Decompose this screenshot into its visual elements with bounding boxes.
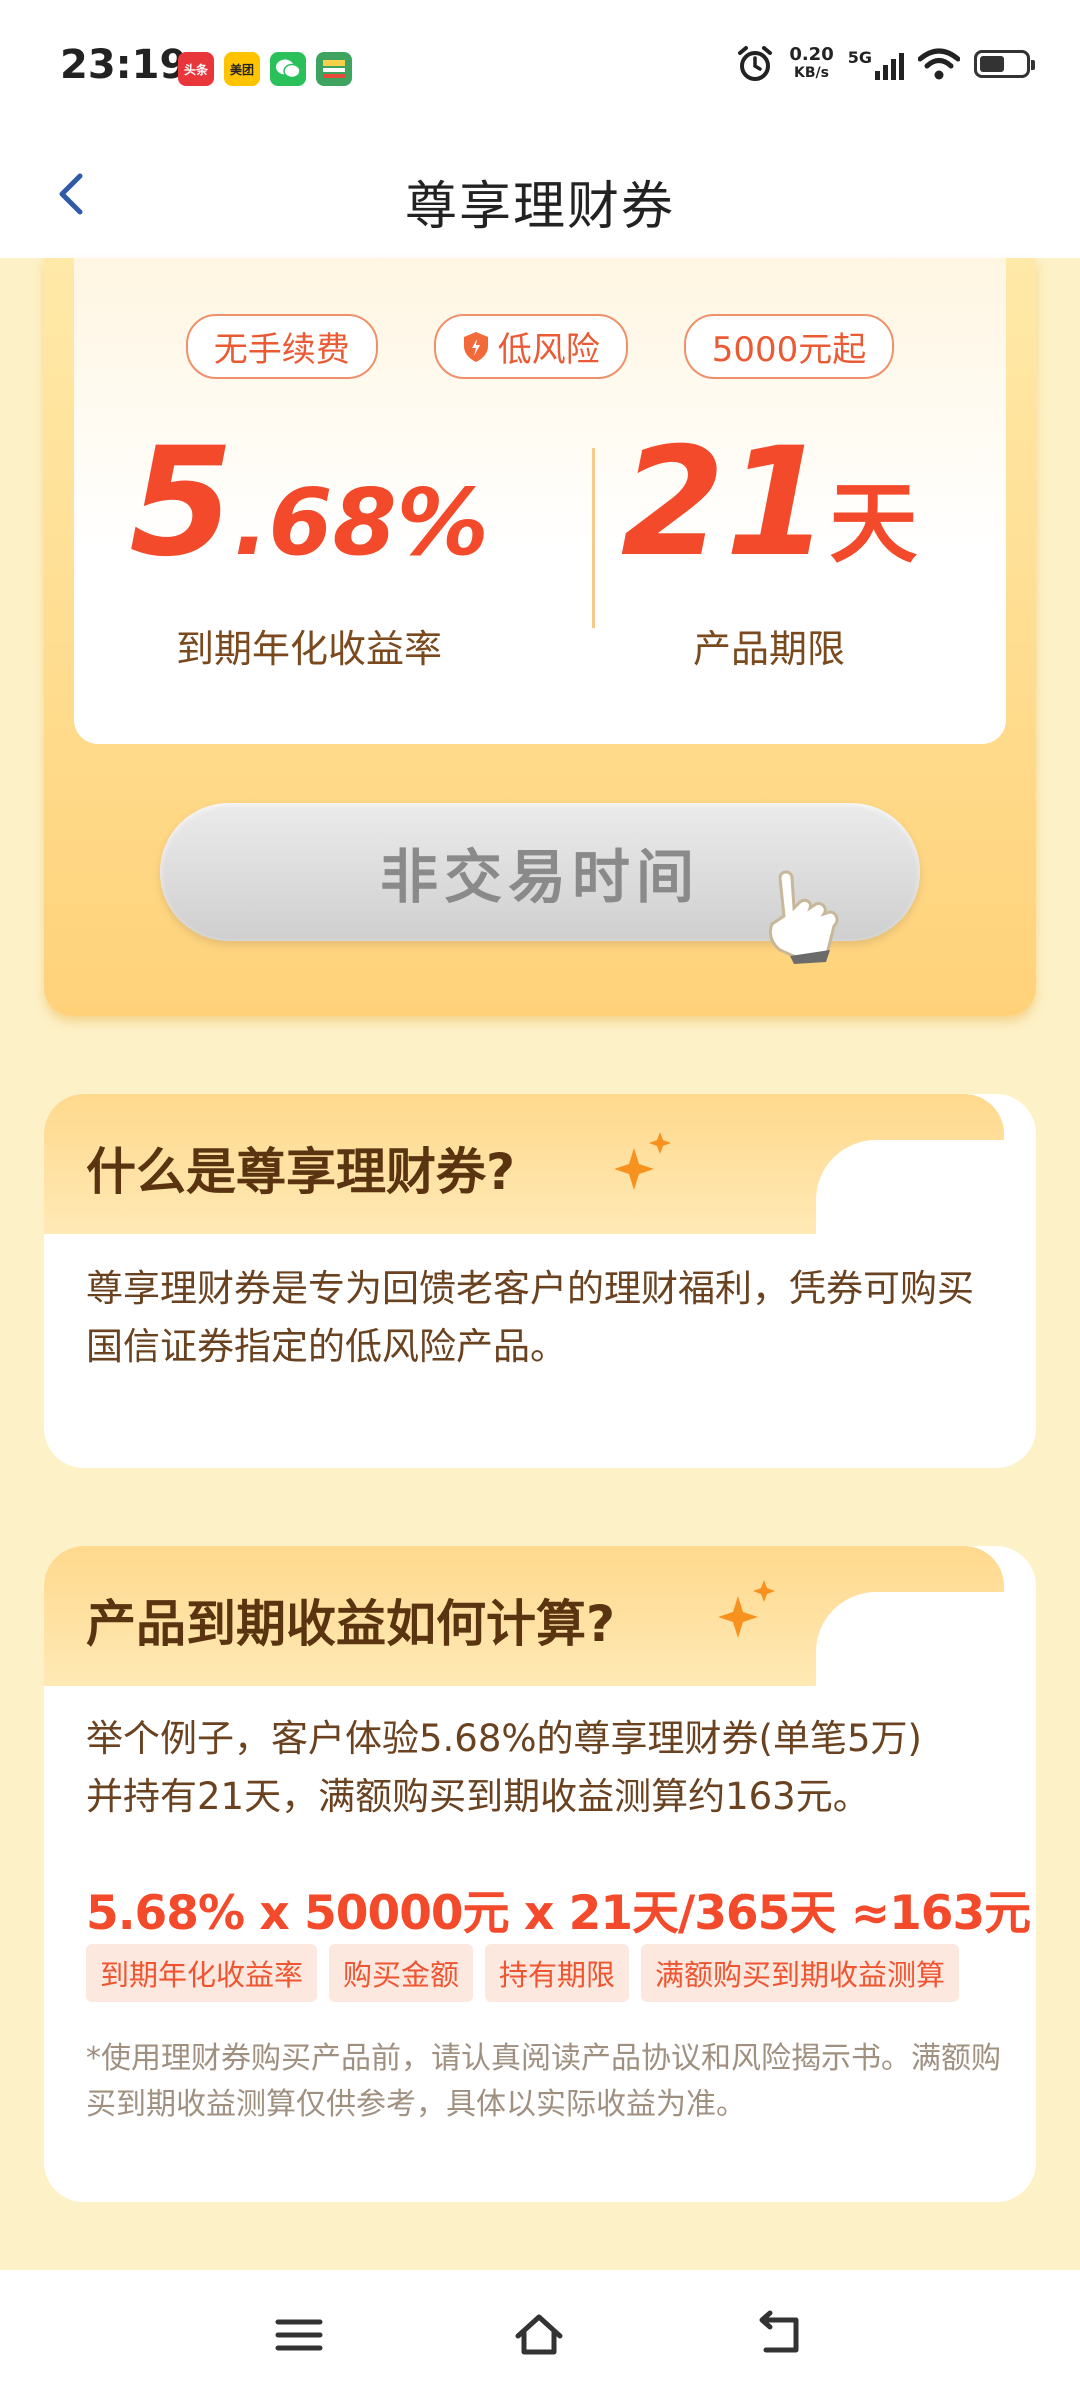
term-label: 产品期限: [692, 627, 845, 671]
tag-no-fee: 无手续费: [185, 314, 378, 379]
term-number: 21: [620, 416, 830, 590]
calculation-formula: 5.68% x 50000元 x 21天/365天 ≈163元: [86, 1886, 1031, 1941]
toutiao-app-icon: 头条: [178, 52, 214, 86]
page-title: 尊享理财券: [404, 177, 675, 237]
formula-labels: 到期年化收益率 购买金额 持有期限 满额购买到期收益测算: [86, 1944, 960, 2002]
pointing-hand-icon: [768, 870, 839, 964]
wifi-icon: [918, 48, 960, 80]
rate-label: 到期年化收益率: [175, 627, 442, 671]
netspeed-unit: KB/s: [794, 65, 829, 81]
guosen-app-icon: [316, 52, 352, 86]
card2-title: 产品到期收益如何计算?: [86, 1595, 616, 1653]
sparkle-icon: [614, 1132, 671, 1190]
coupon-summary: 无手续费 低风险 5000元起 5.68% 到期年化收益率 21天 产品期限: [74, 258, 1006, 744]
tag-min-amount: 5000元起: [683, 314, 895, 379]
signal-group: 5G: [848, 48, 904, 81]
status-bar: 23:19 头条 美团 0.20 KB/s 5G: [0, 0, 1080, 130]
term-value: 21天: [554, 428, 984, 578]
network-type: 5G: [847, 47, 872, 67]
rate-metric: 5.68% 到期年化收益率: [94, 428, 524, 673]
tag-low-risk-label: 低风险: [497, 330, 600, 370]
example-text: 举个例子，客户体验5.68%的尊享理财券(单笔5万) 并持有21天，满额购买到期…: [86, 1710, 996, 1826]
formula-label-term: 持有期限: [485, 1944, 630, 2002]
notification-icons: 头条 美团: [178, 52, 352, 86]
what-is-coupon-card: 什么是尊享理财券? 尊享理财券是专为回馈老客户的理财福利，凭券可购买国信证券指定…: [44, 1094, 1036, 1468]
system-navigation-bar: [0, 2270, 1080, 2400]
term-unit: 天: [829, 472, 918, 575]
tag-min-amount-label: 5000元起: [711, 330, 867, 370]
menu-icon[interactable]: [272, 2308, 326, 2362]
card1-body: 尊享理财券是专为回馈老客户的理财福利，凭券可购买国信证券指定的低风险产品。: [44, 1234, 1036, 1468]
shield-icon: [463, 331, 488, 362]
netspeed: 0.20 KB/s: [789, 46, 833, 82]
status-indicators: 0.20 KB/s 5G: [735, 44, 1035, 84]
tag-no-fee-label: 无手续费: [213, 330, 350, 370]
home-icon[interactable]: [512, 2308, 566, 2362]
back-icon[interactable]: [752, 2308, 806, 2362]
card1-title: 什么是尊享理财券?: [86, 1143, 516, 1201]
disclaimer-note: *使用理财券购买产品前，请认真阅读产品协议和风险揭示书。满额购买到期收益测算仅供…: [86, 2041, 1001, 2122]
card2-body: 举个例子，客户体验5.68%的尊享理财券(单笔5万) 并持有21天，满额购买到期…: [44, 1686, 1036, 2202]
card1-text: 尊享理财券是专为回馈老客户的理财福利，凭券可购买国信证券指定的低风险产品。: [86, 1267, 974, 1368]
sparkle-icon: [718, 1580, 775, 1638]
how-to-calculate-card: 产品到期收益如何计算? 举个例子，客户体验5.68%的尊享理财券(单笔5万) 并…: [44, 1546, 1036, 2202]
term-metric: 21天 产品期限: [554, 428, 984, 673]
example-line1: 举个例子，客户体验5.68%的尊享理财券(单笔5万): [86, 1717, 922, 1760]
rate-decimal: .68%: [233, 469, 489, 576]
coupon-hero-card: 无手续费 低风险 5000元起 5.68% 到期年化收益率 21天 产品期限 非…: [44, 258, 1036, 1016]
battery-icon: [974, 50, 1035, 78]
wechat-app-icon: [270, 52, 306, 86]
tag-low-risk: 低风险: [433, 314, 628, 379]
feature-tags: 无手续费 低风险 5000元起: [74, 314, 1006, 379]
meituan-app-icon: 美团: [224, 52, 260, 86]
formula-label-rate: 到期年化收益率: [86, 1944, 318, 2002]
rate-number: 5: [129, 416, 234, 590]
status-time: 23:19: [60, 42, 188, 88]
signal-icon: [875, 52, 904, 80]
rate-value: 5.68%: [94, 428, 524, 578]
formula-label-amount: 购买金额: [329, 1944, 474, 2002]
netspeed-value: 0.20: [789, 44, 834, 65]
example-line2: 并持有21天，满额购买到期收益测算约163元。: [86, 1775, 870, 1818]
alarm-icon: [738, 46, 773, 81]
navbar: 尊享理财券: [0, 130, 1080, 258]
formula-label-estimate: 满额购买到期收益测算: [641, 1944, 960, 2002]
